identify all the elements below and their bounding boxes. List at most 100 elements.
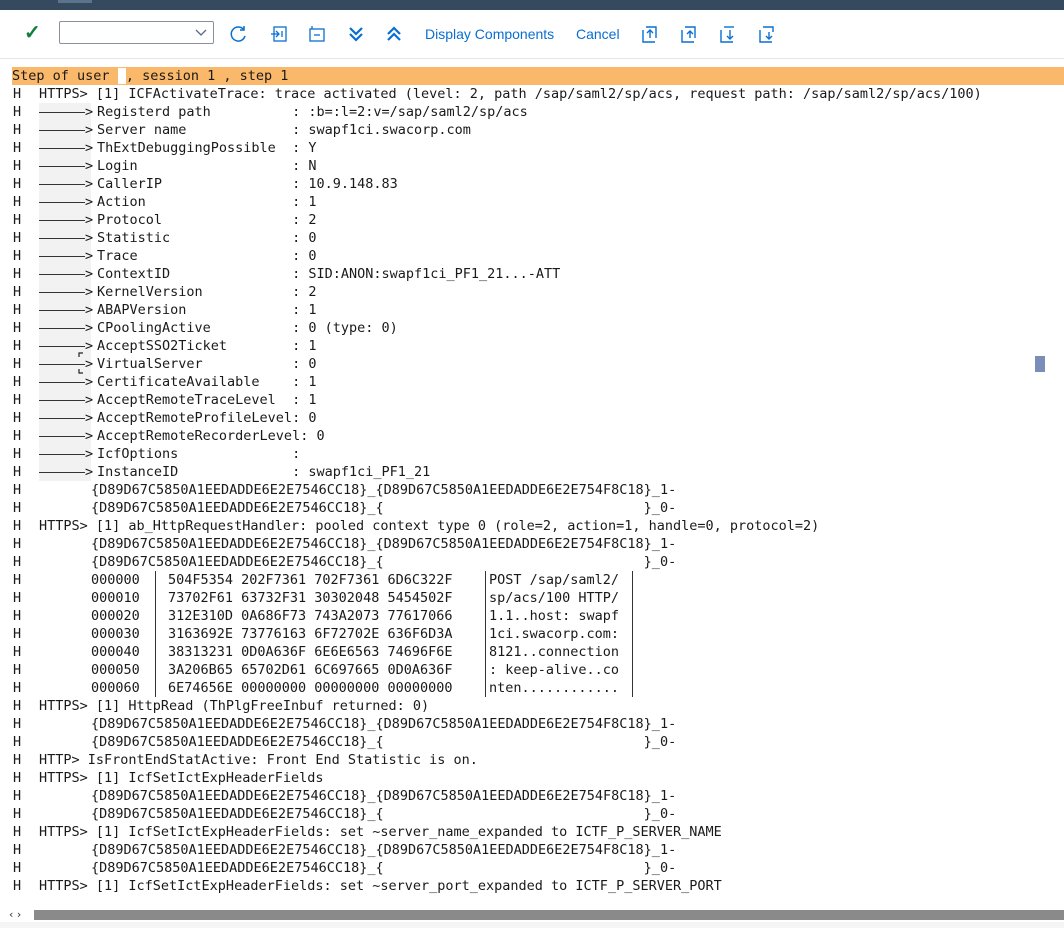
trace-attribute: CallerIP : 10.9.148.83 [97, 176, 398, 192]
arrow-icon: > [39, 373, 93, 391]
hex-offset: 000030 [91, 626, 140, 642]
trace-line: H {D89D67C5850A1EEDADDE6E2E7546CC18}_{D89… [0, 481, 1064, 499]
trace-attribute: AcceptRemoteProfileLevel: 0 [97, 410, 317, 426]
trace-line: H {D89D67C5850A1EEDADDE6E2E7546CC18}_{ }_… [0, 553, 1064, 571]
trace-guid-line: {D89D67C5850A1EEDADDE6E2E7546CC18}_{ }_0… [91, 554, 677, 570]
trace-line: H > Action : 1 [0, 193, 1064, 211]
trace-line-marker: H [13, 428, 22, 444]
trace-line-marker: H [13, 716, 22, 732]
trace-line-marker: H [13, 374, 22, 390]
trace-line: H HTTPS> [1] ab_HttpRequestHandler: poole… [0, 517, 1064, 535]
trace-line: H > AcceptRemoteRecorderLevel: 0 [0, 427, 1064, 445]
hex-data: 6E74656E 00000000 00000000 00000000 [168, 680, 453, 696]
trace-line-marker: H [13, 284, 22, 300]
trace-guid-line: {D89D67C5850A1EEDADDE6E2E7546CC18}_{D89D… [91, 842, 677, 858]
trace-guid-line: {D89D67C5850A1EEDADDE6E2E7546CC18}_{D89D… [91, 716, 677, 732]
hex-divider [155, 661, 156, 679]
hex-divider [485, 607, 486, 625]
display-components-button[interactable]: Display Components [425, 26, 554, 42]
hex-data: 38313231 0D0A636F 6E6E6563 74696F6E [168, 644, 453, 660]
trace-line: H 000020 312E310D 0A686F73 743A2073 776170… [0, 607, 1064, 625]
trace-line: H 000030 3163692E 73776163 6F72702E 636F6D… [0, 625, 1064, 643]
arrow-icon: > [39, 211, 93, 229]
trace-line: H {D89D67C5850A1EEDADDE6E2E7546CC18}_{D89… [0, 841, 1064, 859]
command-input[interactable] [60, 22, 197, 43]
arrow-icon: > [39, 139, 93, 157]
refresh-icon[interactable] [229, 24, 249, 44]
trace-attribute: AcceptRemoteTraceLevel : 1 [97, 392, 317, 408]
trace-line-marker: H [13, 140, 22, 156]
trace-line-marker: H [13, 230, 22, 246]
trace-line-text: HTTPS> [1] ab_HttpRequestHandler: pooled… [39, 518, 820, 534]
page-down-icon[interactable] [718, 24, 738, 44]
trace-attribute: CertificateAvailable : 1 [97, 374, 317, 390]
trace-line: H 000000 504F5354 202F7361 702F7361 6D6C32… [0, 571, 1064, 589]
hex-offset: 000040 [91, 644, 140, 660]
hex-offset: 000020 [91, 608, 140, 624]
trace-line: H > InstanceID : swapf1ci_PF1_21 [0, 463, 1064, 481]
hex-divider [632, 589, 633, 607]
trace-line-text: HTTPS> [1] ICFActivateTrace: trace activ… [39, 86, 982, 102]
trace-line: H HTTPS> [1] IcfSetIctExpHeaderFields: se… [0, 823, 1064, 841]
hex-offset: 000010 [91, 590, 140, 606]
trace-line-marker: H [13, 806, 22, 822]
trace-line: H > Statistic : 0 [0, 229, 1064, 247]
collapse-all-icon[interactable] [307, 24, 327, 44]
trace-line-marker: H [13, 536, 22, 552]
scroll-arrows-icon[interactable]: ‹ › [9, 908, 21, 921]
hex-ascii: 1.1..host: swapf [489, 608, 620, 624]
arrow-icon: > [39, 463, 93, 481]
arrow-icon: > [39, 247, 93, 265]
hex-ascii: : keep-alive..co [489, 662, 620, 678]
chevron-down-icon[interactable] [193, 24, 209, 40]
hex-divider [632, 571, 633, 589]
trace-line-marker: H [13, 194, 22, 210]
trace-line-marker: H [13, 176, 22, 192]
trace-line-marker: H [13, 356, 22, 372]
trace-line: H > Protocol : 2 [0, 211, 1064, 229]
upload-icon[interactable] [679, 24, 699, 44]
trace-line-marker: H [13, 608, 22, 624]
double-chevron-down-icon[interactable] [346, 24, 366, 44]
trace-line-marker: H [13, 158, 22, 174]
hex-divider [485, 661, 486, 679]
trace-line: H > AcceptRemoteTraceLevel : 1 [0, 391, 1064, 409]
trace-output: Step of user , session 1 , step 1 H HTTPS… [0, 67, 1064, 897]
trace-line-text: HTTPS> [1] IcfSetIctExpHeaderFields [39, 770, 324, 786]
trace-guid-line: {D89D67C5850A1EEDADDE6E2E7546CC18}_{D89D… [91, 788, 677, 804]
command-field[interactable] [59, 21, 214, 44]
step-header-gap [117, 68, 126, 84]
hex-divider [632, 625, 633, 643]
trace-line: H > Registerd path : :b=:l=2:v=/sap/saml2/… [0, 103, 1064, 121]
expand-all-icon[interactable] [269, 24, 289, 44]
export-icon[interactable] [640, 24, 660, 44]
trace-line-marker: H [13, 392, 22, 408]
cancel-button[interactable]: Cancel [576, 26, 620, 42]
trace-line: H > KernelVersion : 2 [0, 283, 1064, 301]
trace-line: H {D89D67C5850A1EEDADDE6E2E7546CC18}_{ }_… [0, 805, 1064, 823]
shell-header-tab [58, 0, 92, 3]
page-last-icon[interactable] [757, 24, 777, 44]
trace-attribute: ABAPVersion : 1 [97, 302, 317, 318]
trace-line-marker: H [13, 104, 22, 120]
trace-line: H {D89D67C5850A1EEDADDE6E2E7546CC18}_{ }_… [0, 859, 1064, 877]
trace-line: H > CPoolingActive : 0 (type: 0) [0, 319, 1064, 337]
hex-divider [155, 607, 156, 625]
trace-line-text: HTTP> IsFrontEndStatActive: Front End St… [39, 752, 478, 768]
hex-offset: 000050 [91, 662, 140, 678]
trace-attribute: VirtualServer : 0 [97, 356, 317, 372]
trace-line: H > VirtualServer : 0 [0, 355, 1064, 373]
horizontal-scrollbar[interactable]: ‹ › [0, 906, 1064, 922]
double-chevron-up-icon[interactable] [384, 24, 404, 44]
trace-line-marker: H [13, 842, 22, 858]
trace-line: H > CallerIP : 10.9.148.83 [0, 175, 1064, 193]
trace-line-marker: H [13, 734, 22, 750]
checkmark-icon[interactable]: ✓ [24, 22, 44, 44]
trace-line-marker: H [13, 302, 22, 318]
trace-line: H 000060 6E74656E 00000000 00000000 000000… [0, 679, 1064, 697]
trace-line: H HTTPS> [1] HttpRead (ThPlgFreeInbuf ret… [0, 697, 1064, 715]
scrollbar-thumb[interactable] [34, 910, 1064, 920]
trace-line-marker: H [13, 266, 22, 282]
trace-line: H 000050 3A206B65 65702D61 6C697665 0D0A63… [0, 661, 1064, 679]
hex-divider [485, 571, 486, 589]
